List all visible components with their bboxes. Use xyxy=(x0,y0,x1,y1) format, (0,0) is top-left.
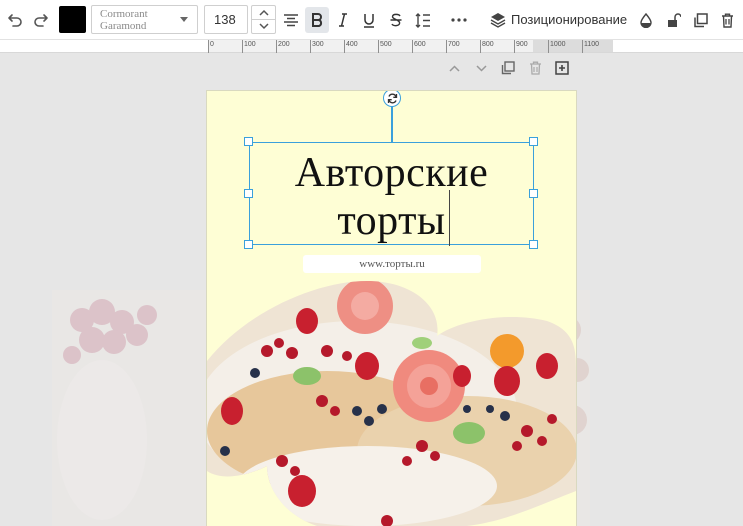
duplicate-page-button[interactable] xyxy=(498,58,518,78)
align-center-button[interactable] xyxy=(280,0,302,40)
duplicate-button[interactable] xyxy=(689,0,711,40)
move-page-up-button[interactable] xyxy=(444,58,464,78)
text-cursor xyxy=(449,190,450,246)
ruler-label: 1000 xyxy=(550,41,566,48)
trash-icon xyxy=(529,61,541,75)
strikethrough-icon xyxy=(390,13,402,27)
title-text[interactable]: Авторские торты xyxy=(250,149,533,245)
positioning-label[interactable]: Позиционирование xyxy=(511,12,627,27)
font-size-stepper[interactable] xyxy=(251,5,276,34)
add-square-icon xyxy=(555,61,569,75)
ruler-label: 500 xyxy=(380,41,392,48)
copy-icon xyxy=(501,61,515,75)
ruler-tick xyxy=(582,40,583,53)
move-page-down-button[interactable] xyxy=(471,58,491,78)
resize-handle-middle-left[interactable] xyxy=(244,189,253,198)
ruler-label: 400 xyxy=(346,41,358,48)
drop-icon xyxy=(640,12,652,28)
ruler-tick xyxy=(446,40,447,53)
toolbar: Cormorant Garamond Позиционирование xyxy=(0,0,743,40)
delete-button[interactable] xyxy=(716,0,738,40)
text-color-swatch[interactable] xyxy=(59,6,86,33)
resize-handle-top-left[interactable] xyxy=(244,137,253,146)
italic-button[interactable] xyxy=(333,0,353,40)
unlock-icon xyxy=(668,12,681,27)
chevron-up-icon xyxy=(448,64,460,72)
chevron-down-icon xyxy=(258,23,269,30)
copy-icon xyxy=(693,12,708,27)
bold-button[interactable] xyxy=(305,7,329,33)
resize-handle-top-right[interactable] xyxy=(529,137,538,146)
ruler-label: 900 xyxy=(516,41,528,48)
more-options-button[interactable] xyxy=(447,0,471,40)
ruler-tick xyxy=(412,40,413,53)
italic-icon xyxy=(339,13,347,27)
underline-button[interactable] xyxy=(358,0,380,40)
resize-handle-bottom-right[interactable] xyxy=(529,240,538,249)
ruler-label: 800 xyxy=(482,41,494,48)
ruler-tick xyxy=(242,40,243,53)
ruler-label: 100 xyxy=(244,41,256,48)
font-size-decrease-button[interactable] xyxy=(252,20,275,33)
ruler-tick xyxy=(208,40,209,53)
rotate-icon xyxy=(387,93,397,103)
ruler-label: 0 xyxy=(210,41,214,48)
undo-icon xyxy=(8,14,22,27)
resize-handle-middle-right[interactable] xyxy=(529,189,538,198)
undo-button[interactable] xyxy=(4,0,26,40)
font-family-value: Cormorant Garamond xyxy=(100,8,148,32)
rotate-handle[interactable] xyxy=(383,91,401,107)
positioning-button[interactable] xyxy=(488,0,508,40)
ruler-tick xyxy=(378,40,379,53)
ruler-label: 1100 xyxy=(584,41,600,48)
font-size-increase-button[interactable] xyxy=(252,6,275,20)
title-text-box[interactable]: Авторские торты xyxy=(249,142,534,245)
ruler-label: 200 xyxy=(278,41,290,48)
font-family-select[interactable]: Cormorant Garamond xyxy=(91,5,198,34)
chevron-down-icon xyxy=(180,17,188,22)
ruler-tick xyxy=(548,40,549,53)
trash-icon xyxy=(721,13,733,28)
delete-page-button[interactable] xyxy=(525,58,545,78)
underline-icon xyxy=(364,13,374,28)
more-horizontal-icon xyxy=(451,18,467,22)
strikethrough-button[interactable] xyxy=(385,0,407,40)
line-spacing-button[interactable] xyxy=(411,0,435,40)
add-page-button[interactable] xyxy=(552,58,572,78)
ruler-tick xyxy=(480,40,481,53)
ruler-tick xyxy=(344,40,345,53)
ruler-overflow-track xyxy=(533,40,613,52)
align-center-icon xyxy=(284,14,298,27)
redo-button[interactable] xyxy=(30,0,52,40)
ruler-label: 300 xyxy=(312,41,324,48)
layers-icon xyxy=(490,13,506,28)
chevron-down-icon xyxy=(475,64,487,72)
font-size-input[interactable] xyxy=(204,5,248,34)
resize-handle-bottom-left[interactable] xyxy=(244,240,253,249)
ruler-tick xyxy=(276,40,277,53)
website-url-text[interactable]: www.торты.ru xyxy=(303,255,481,273)
ruler-tick xyxy=(310,40,311,53)
bold-icon xyxy=(312,13,323,27)
line-spacing-icon xyxy=(415,12,430,28)
horizontal-ruler: 0 100 200 300 400 500 600 700 800 900 10… xyxy=(0,40,743,53)
rotation-handle-line xyxy=(391,103,393,142)
transparency-button[interactable] xyxy=(636,0,656,40)
ruler-label: 600 xyxy=(414,41,426,48)
chevron-up-icon xyxy=(258,9,269,16)
ruler-tick xyxy=(514,40,515,53)
redo-icon xyxy=(34,14,48,27)
cake-photo-collage[interactable] xyxy=(207,281,576,526)
ruler-label: 700 xyxy=(448,41,460,48)
design-page[interactable]: www.торты.ru Авторские торты xyxy=(207,91,576,526)
lock-button[interactable] xyxy=(664,0,684,40)
